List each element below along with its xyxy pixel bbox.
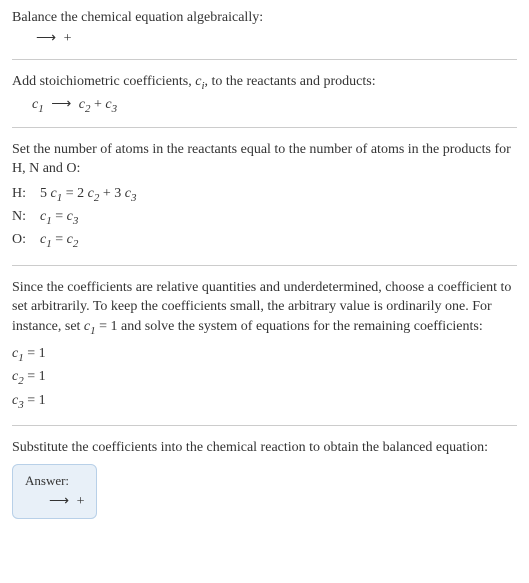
atom-row-o: O: c1 = c2: [12, 229, 517, 252]
balance-instruction: Balance the chemical equation algebraica…: [12, 8, 517, 28]
substitute-instruction: Substitute the coefficients into the che…: [12, 438, 517, 458]
plus-sign: +: [64, 31, 72, 46]
arrow-icon: ⟶: [49, 493, 69, 510]
divider: [12, 265, 517, 266]
stoich-instruction: Add stoichiometric coefficients, ci, to …: [12, 72, 517, 94]
section-solve: Since the coefficients are relative quan…: [12, 278, 517, 413]
answer-label: Answer:: [25, 473, 84, 489]
atoms-instruction: Set the number of atoms in the reactants…: [12, 140, 517, 179]
arrow-icon: ⟶: [36, 30, 56, 47]
solve-instruction: Since the coefficients are relative quan…: [12, 278, 517, 339]
arrow-icon: ⟶: [51, 96, 71, 113]
coeff-c3: c3 = 1: [12, 390, 517, 413]
answer-box: Answer: ⟶ +: [12, 464, 97, 519]
section-stoichiometric: Add stoichiometric coefficients, ci, to …: [12, 72, 517, 115]
coefficients-list: c1 = 1 c2 = 1 c3 = 1: [12, 343, 517, 413]
stoich-equation: c1 ⟶ c2 + c3: [12, 96, 517, 115]
section-substitute: Substitute the coefficients into the che…: [12, 438, 517, 519]
coeff-c2: c2 = 1: [12, 366, 517, 389]
atom-row-n: N: c1 = c3: [12, 206, 517, 229]
divider: [12, 59, 517, 60]
coeff-c1: c1 = 1: [12, 343, 517, 366]
answer-equation: ⟶ +: [25, 493, 84, 510]
divider: [12, 127, 517, 128]
atom-row-h: H: 5 c1 = 2 c2 + 3 c3: [12, 183, 517, 206]
atoms-table: H: 5 c1 = 2 c2 + 3 c3 N: c1 = c3 O: c1 =…: [12, 183, 517, 253]
section-balance: Balance the chemical equation algebraica…: [12, 8, 517, 47]
plus-sign: +: [77, 494, 85, 509]
section-atoms: Set the number of atoms in the reactants…: [12, 140, 517, 253]
divider: [12, 425, 517, 426]
balance-equation: ⟶ +: [12, 30, 517, 47]
